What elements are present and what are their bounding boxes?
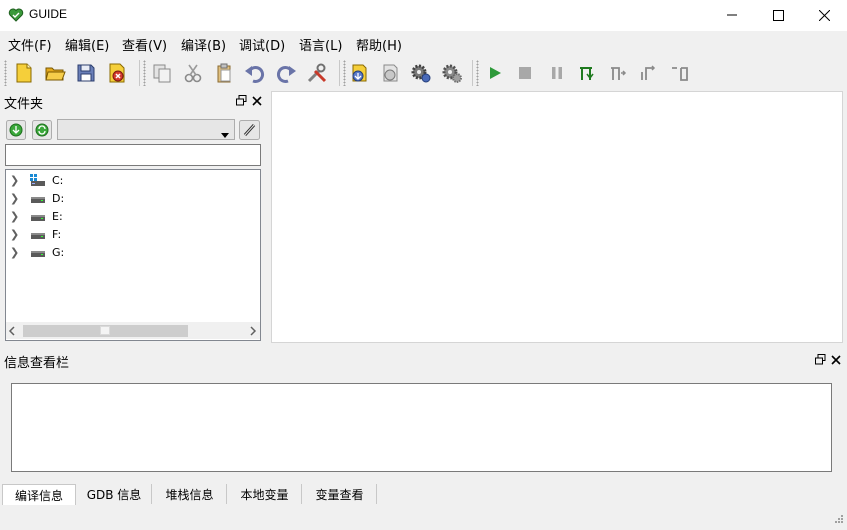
run-to-cursor-icon[interactable] xyxy=(668,61,692,85)
save-icon[interactable] xyxy=(74,61,98,85)
open-folder-icon[interactable] xyxy=(43,61,67,85)
new-file-icon[interactable] xyxy=(12,61,36,85)
drive-icon xyxy=(30,246,46,258)
settings-gear-2-icon[interactable] xyxy=(440,61,464,85)
tree-item-c[interactable]: ❯ C: xyxy=(10,171,250,189)
step-out-icon[interactable] xyxy=(637,61,661,85)
drive-icon xyxy=(30,228,46,240)
tab-gdb-info[interactable]: GDB 信息 xyxy=(77,484,152,504)
chevron-down-icon xyxy=(221,127,229,141)
step-into-icon[interactable] xyxy=(575,61,599,85)
menu-debug[interactable]: 调试(D) xyxy=(239,35,285,54)
float-panel-icon[interactable] xyxy=(236,95,247,106)
chevron-right-icon[interactable]: ❯ xyxy=(10,210,20,223)
app-heart-icon xyxy=(8,7,24,23)
tools-icon[interactable] xyxy=(305,61,329,85)
tab-local-variables[interactable]: 本地变量 xyxy=(228,484,302,504)
drive-label: E: xyxy=(52,209,63,223)
folder-panel-header: 文件夹 xyxy=(0,91,268,112)
close-panel-icon[interactable] xyxy=(252,95,263,106)
toolbar-separator xyxy=(339,60,340,86)
drive-icon xyxy=(30,210,46,222)
folder-combo[interactable] xyxy=(57,119,235,140)
menu-help[interactable]: 帮助(H) xyxy=(356,35,402,54)
maximize-button[interactable] xyxy=(755,0,801,30)
size-grip-icon[interactable] xyxy=(834,513,844,527)
toolbar-grip[interactable] xyxy=(343,60,346,86)
tab-stack-info[interactable]: 堆栈信息 xyxy=(153,484,227,504)
pause-icon[interactable] xyxy=(545,61,569,85)
drive-label: C: xyxy=(52,173,64,187)
close-window-button[interactable] xyxy=(801,0,847,30)
tree-item-e[interactable]: ❯ E: xyxy=(10,207,250,225)
toolbar-grip[interactable] xyxy=(476,60,479,86)
menu-bar: 文件(F) 编辑(E) 查看(V) 编译(B) 调试(D) 语言(L) 帮助(H… xyxy=(0,31,847,55)
info-tabs: 编译信息 GDB 信息 堆栈信息 本地变量 变量查看 xyxy=(0,484,847,506)
toolbar-grip[interactable] xyxy=(4,60,7,86)
scroll-thumb-grip xyxy=(100,326,110,335)
menu-file[interactable]: 文件(F) xyxy=(8,35,52,54)
close-panel-icon[interactable] xyxy=(831,354,842,365)
toolbar xyxy=(0,55,847,91)
folder-tree[interactable]: ❯ C: ❯ D: ❯ E: ❯ F: ❯ G: xyxy=(5,169,261,341)
tree-item-f[interactable]: ❯ F: xyxy=(10,225,250,243)
menu-edit[interactable]: 编辑(E) xyxy=(65,35,109,54)
minimize-button[interactable] xyxy=(709,0,755,30)
drive-icon xyxy=(30,192,46,204)
paste-icon[interactable] xyxy=(212,61,236,85)
info-panel-title: 信息查看栏 xyxy=(4,356,70,371)
float-panel-icon[interactable] xyxy=(815,354,826,365)
info-panel-header: 信息查看栏 xyxy=(0,350,847,371)
copy-icon[interactable] xyxy=(150,61,174,85)
compile-icon[interactable] xyxy=(347,61,371,85)
cut-icon[interactable] xyxy=(181,61,205,85)
path-input[interactable] xyxy=(5,144,261,166)
toolbar-grip[interactable] xyxy=(143,60,146,86)
drive-label: F: xyxy=(52,227,62,241)
run-icon[interactable] xyxy=(483,61,507,85)
close-file-icon[interactable] xyxy=(105,61,129,85)
chevron-right-icon[interactable]: ❯ xyxy=(10,174,20,187)
drive-label: D: xyxy=(52,191,65,205)
tab-compile-info[interactable]: 编译信息 xyxy=(2,484,76,505)
folder-panel-title: 文件夹 xyxy=(4,97,44,112)
menu-view[interactable]: 查看(V) xyxy=(122,35,167,54)
tree-item-g[interactable]: ❯ G: xyxy=(10,243,250,261)
chevron-right-icon[interactable]: ❯ xyxy=(10,228,20,241)
info-output[interactable] xyxy=(11,383,832,472)
menu-build[interactable]: 编译(B) xyxy=(181,35,226,54)
toolbar-separator xyxy=(472,60,473,86)
drive-label: G: xyxy=(52,245,65,259)
scroll-right-icon[interactable] xyxy=(249,325,257,339)
refresh-icon[interactable] xyxy=(32,120,52,140)
settings-gear-icon[interactable] xyxy=(409,61,433,85)
link-icon[interactable] xyxy=(239,120,260,140)
status-bar xyxy=(0,508,847,530)
undo-icon[interactable] xyxy=(243,61,267,85)
go-icon[interactable] xyxy=(6,120,26,140)
step-over-icon[interactable] xyxy=(606,61,630,85)
scroll-left-icon[interactable] xyxy=(8,325,16,339)
chevron-right-icon[interactable]: ❯ xyxy=(10,246,20,259)
menu-language[interactable]: 语言(L) xyxy=(299,35,342,54)
tab-watch-variables[interactable]: 变量查看 xyxy=(303,484,377,504)
toolbar-separator xyxy=(139,60,140,86)
window-title: GUIDE xyxy=(29,7,68,21)
chevron-right-icon[interactable]: ❯ xyxy=(10,192,20,205)
tree-item-d[interactable]: ❯ D: xyxy=(10,189,250,207)
system-drive-icon xyxy=(30,174,46,186)
editor-area[interactable] xyxy=(271,91,843,343)
title-bar: GUIDE xyxy=(0,0,847,31)
stop-icon[interactable] xyxy=(513,61,537,85)
redo-icon[interactable] xyxy=(274,61,298,85)
horizontal-scrollbar[interactable] xyxy=(6,322,260,339)
scroll-thumb[interactable] xyxy=(23,325,188,337)
build-icon[interactable] xyxy=(378,61,402,85)
